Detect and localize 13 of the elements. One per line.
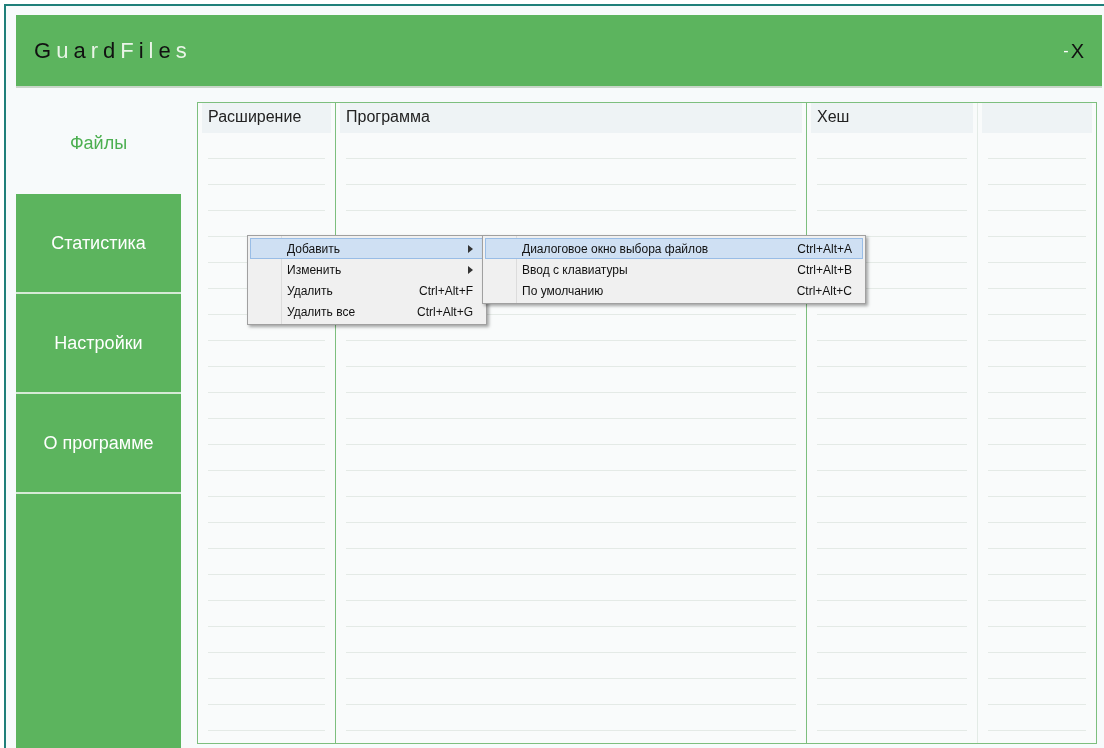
menu-item[interactable]: Диалоговое окно выбора файлов Ctrl+Alt+A [485,238,863,259]
column-header[interactable]: Программа [340,103,802,133]
menu-item[interactable]: Изменить [250,259,484,280]
submenu-arrow-icon [468,244,473,253]
menu-item[interactable]: По умолчанию Ctrl+Alt+C [485,280,863,301]
column-header[interactable]: Расширение [202,103,331,133]
menu-item[interactable]: Добавить [250,238,484,259]
menu-item[interactable]: Удалить все Ctrl+Alt+G [250,301,484,322]
close-button[interactable]: X [1070,35,1084,66]
menu-item[interactable]: Удалить Ctrl+Alt+F [250,280,484,301]
menu-item[interactable]: Ввод с клавиатуры Ctrl+Alt+B [485,259,863,280]
submenu-arrow-icon [468,265,473,274]
column-header[interactable]: Хеш [811,103,973,133]
